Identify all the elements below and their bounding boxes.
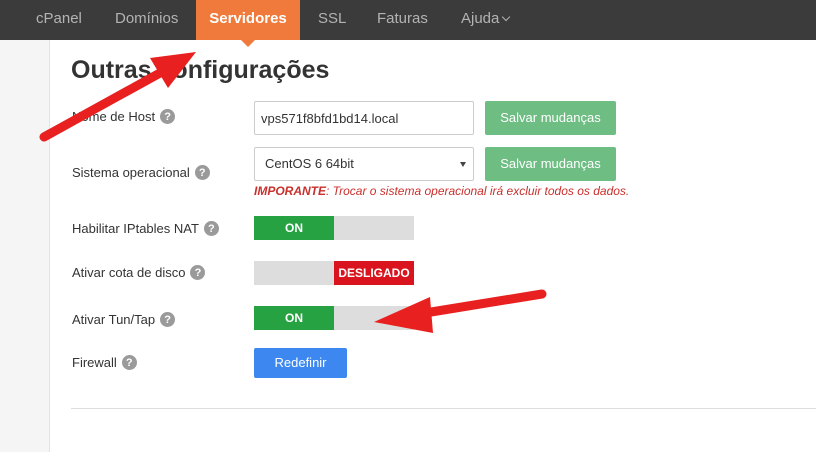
tuntap-label-row: Ativar Tun/Tap ? bbox=[72, 312, 176, 327]
tuntap-label: Ativar Tun/Tap bbox=[72, 312, 156, 327]
quota-label: Ativar cota de disco bbox=[72, 265, 186, 280]
save-hostname-button[interactable]: Salvar mudanças bbox=[485, 101, 616, 135]
question-circle-icon[interactable]: ? bbox=[160, 109, 176, 124]
question-circle-icon[interactable]: ? bbox=[190, 265, 206, 280]
nav-item-ajuda-label: Ajuda bbox=[461, 10, 500, 27]
nav-item-ssl[interactable]: SSL bbox=[318, 0, 346, 40]
os-warning-text: : Trocar o sistema operacional irá exclu… bbox=[326, 184, 630, 198]
iptables-label: Habilitar IPtables NAT bbox=[72, 221, 199, 236]
os-label-row: Sistema operacional ? bbox=[72, 165, 210, 180]
active-tab-caret bbox=[241, 40, 255, 47]
hostname-label-row: Nome de Host ? bbox=[72, 109, 176, 124]
nav-item-cpanel[interactable]: cPanel bbox=[36, 0, 82, 40]
top-navbar: cPanel Domínios Servidores SSL Faturas A… bbox=[0, 0, 816, 47]
nav-item-servidores[interactable]: Servidores bbox=[196, 0, 300, 47]
question-circle-icon[interactable]: ? bbox=[160, 312, 176, 327]
iptables-label-row: Habilitar IPtables NAT ? bbox=[72, 221, 219, 236]
reset-firewall-button[interactable]: Redefinir bbox=[254, 348, 347, 378]
caret-down-icon bbox=[460, 162, 466, 167]
nav-item-faturas[interactable]: Faturas bbox=[377, 0, 428, 40]
firewall-label: Firewall bbox=[72, 355, 117, 370]
question-circle-icon[interactable]: ? bbox=[121, 355, 137, 370]
chevron-down-icon bbox=[502, 12, 511, 22]
question-circle-icon[interactable]: ? bbox=[203, 221, 219, 236]
nav-item-dominios[interactable]: Domínios bbox=[115, 0, 178, 40]
hostname-input[interactable] bbox=[254, 101, 474, 135]
os-label: Sistema operacional bbox=[72, 165, 190, 180]
quota-toggle[interactable]: DESLIGADO bbox=[254, 261, 414, 285]
tuntap-toggle-state: ON bbox=[254, 306, 334, 330]
nav-item-ajuda[interactable]: Ajuda bbox=[461, 0, 511, 40]
iptables-toggle[interactable]: ON bbox=[254, 216, 414, 240]
section-divider bbox=[71, 408, 816, 409]
os-warning: IMPORANTE: Trocar o sistema operacional … bbox=[254, 184, 629, 198]
hostname-label: Nome de Host bbox=[72, 109, 156, 124]
left-sidebar bbox=[0, 40, 50, 452]
nav-item-servidores-label: Servidores bbox=[209, 10, 287, 27]
os-select-value: CentOS 6 64bit bbox=[265, 156, 354, 171]
save-os-button[interactable]: Salvar mudanças bbox=[485, 147, 616, 181]
os-select[interactable]: CentOS 6 64bit bbox=[254, 147, 474, 181]
iptables-toggle-state: ON bbox=[254, 216, 334, 240]
quota-label-row: Ativar cota de disco ? bbox=[72, 265, 206, 280]
os-warning-strong: IMPORANTE bbox=[254, 184, 326, 198]
quota-toggle-state: DESLIGADO bbox=[334, 261, 414, 285]
tuntap-toggle[interactable]: ON bbox=[254, 306, 414, 330]
firewall-label-row: Firewall ? bbox=[72, 355, 137, 370]
page-title: Outras configurações bbox=[71, 56, 330, 84]
question-circle-icon[interactable]: ? bbox=[194, 165, 210, 180]
